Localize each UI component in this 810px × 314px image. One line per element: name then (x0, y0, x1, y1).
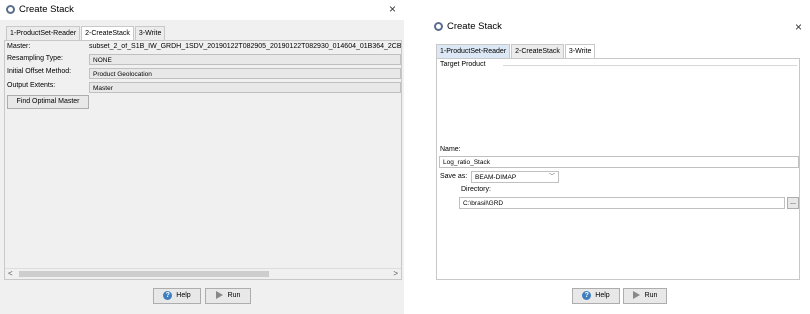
title-bar: Create Stack × (428, 16, 810, 38)
help-icon: ? (582, 290, 592, 300)
resampling-select[interactable]: NONE (89, 54, 401, 65)
offset-method-select[interactable]: Product Geolocation (89, 68, 401, 79)
tab-write[interactable]: 3-Write (134, 26, 166, 40)
directory-input[interactable]: C:\brasil\GRD (459, 197, 785, 209)
resampling-label: Resampling Type: (7, 55, 63, 62)
app-icon (6, 5, 15, 14)
close-icon[interactable]: × (795, 20, 802, 34)
help-label: Help (595, 292, 610, 299)
create-stack-window-left: Create Stack × 1-ProductSet-Reader 2-Cre… (0, 0, 404, 314)
scroll-left-icon[interactable]: < (8, 269, 13, 279)
run-label: Run (644, 292, 658, 299)
help-label: Help (176, 292, 191, 299)
target-product-label: Target Product (440, 61, 486, 68)
directory-label: Directory: (461, 186, 491, 193)
help-icon: ? (163, 290, 173, 300)
name-input[interactable]: Log_ratio_Stack (439, 156, 799, 168)
window-title: Create Stack (447, 21, 502, 32)
run-button[interactable]: Run (205, 288, 251, 304)
browse-button[interactable]: ... (787, 197, 799, 209)
app-icon (434, 22, 443, 31)
divider (503, 65, 797, 66)
create-stack-window-right: Create Stack × 1-ProductSet-Reader 2-Cre… (428, 16, 810, 314)
master-value: subset_2_of_S1B_IW_GRDH_1SDV_20190122T08… (89, 43, 401, 50)
tab-bar: 1-ProductSet-Reader 2-CreateStack 3-Writ… (436, 44, 596, 58)
tab-write[interactable]: 3-Write (564, 44, 596, 58)
help-button[interactable]: ? Help (572, 288, 620, 304)
name-label: Name: (440, 146, 461, 153)
master-label: Master: (7, 43, 31, 50)
tab-productset-reader[interactable]: 1-ProductSet-Reader (6, 26, 81, 40)
horizontal-scrollbar[interactable]: < > (5, 268, 401, 278)
tab-bar: 1-ProductSet-Reader 2-CreateStack 3-Writ… (6, 26, 166, 40)
tab-createstack[interactable]: 2-CreateStack (511, 44, 564, 58)
find-optimal-master-button[interactable]: Find Optimal Master (7, 95, 89, 109)
run-button[interactable]: Run (623, 288, 667, 304)
output-extents-select[interactable]: Master (89, 82, 401, 93)
run-icon (215, 291, 223, 300)
tab-createstack[interactable]: 2-CreateStack (81, 26, 134, 40)
scrollbar-thumb[interactable] (19, 271, 269, 277)
offset-method-label: Initial Offset Method: (7, 68, 72, 75)
tab-productset-reader[interactable]: 1-ProductSet-Reader (436, 44, 511, 58)
output-extents-label: Output Extents: (7, 82, 56, 89)
write-panel: Target Product Name: Log_ratio_Stack Sav… (436, 58, 800, 280)
run-label: Run (227, 292, 241, 299)
scroll-right-icon[interactable]: > (393, 269, 398, 279)
help-button[interactable]: ? Help (153, 288, 201, 304)
save-as-value: BEAM-DIMAP (475, 174, 517, 181)
save-as-label: Save as: (440, 173, 468, 180)
close-icon[interactable]: × (389, 2, 396, 16)
window-title: Create Stack (19, 4, 74, 15)
save-as-select[interactable]: BEAM-DIMAP ﹀ (471, 171, 559, 183)
run-icon (632, 291, 640, 300)
chevron-down-icon: ﹀ (548, 174, 555, 180)
title-bar: Create Stack × (0, 0, 404, 20)
createstack-panel: Master: subset_2_of_S1B_IW_GRDH_1SDV_201… (4, 40, 402, 280)
